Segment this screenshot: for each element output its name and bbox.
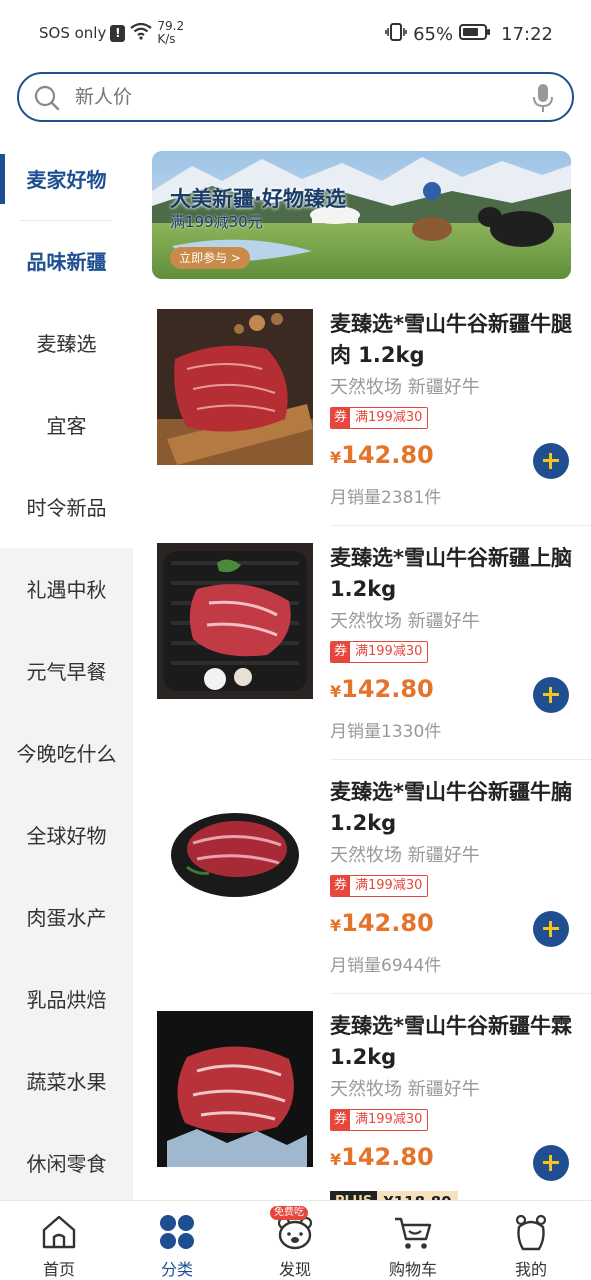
coupon-badge: 券 满199减30 (330, 641, 429, 663)
net-speed-value: 79.2 (157, 19, 185, 33)
product-price: ¥142.80 (330, 675, 434, 703)
alert-icon: ! (110, 24, 126, 42)
sidebar-item-yike[interactable]: 宜客 (0, 396, 133, 456)
microphone-icon[interactable] (532, 83, 554, 117)
product-divider (330, 759, 591, 760)
add-to-cart-button[interactable] (533, 1145, 569, 1181)
product-name[interactable]: 麦臻选*雪山牛谷新疆牛腿肉 1.2kg (330, 309, 582, 371)
coupon-text: 满199减30 (350, 1110, 428, 1130)
monthly-sales: 月销量6944件 (330, 956, 442, 976)
promo-banner[interactable]: 大美新疆·好物臻选 满199减30元 立即参与 > (152, 151, 571, 279)
status-left: SOS only ! 79.2 K/s (39, 20, 184, 46)
coupon-text: 满199减30 (350, 876, 428, 896)
nav-cart-label: 购物车 (388, 1260, 437, 1279)
monthly-sales: 月销量1330件 (330, 722, 442, 742)
coupon-tag: 券 (331, 642, 351, 662)
nav-category[interactable]: 分类 (127, 1201, 227, 1280)
price-amount: 142.80 (341, 675, 434, 703)
category-icon (157, 1213, 197, 1251)
sidebar-item-maizhenxuan[interactable]: 麦臻选 (0, 314, 133, 374)
search-input[interactable] (75, 86, 495, 108)
sidebar-item-xiuxian-lingshi[interactable]: 休闲零食 (0, 1134, 133, 1194)
product-name[interactable]: 麦臻选*雪山牛谷新疆上脑 1.2kg (330, 543, 582, 605)
sidebar-item-jinwan-chi[interactable]: 今晚吃什么 (0, 724, 133, 784)
price-amount: 142.80 (341, 1143, 434, 1171)
price-currency: ¥ (330, 916, 342, 935)
nav-cart[interactable]: 购物车 (363, 1201, 463, 1280)
status-bar: SOS only ! 79.2 K/s 65% 17:22 (0, 0, 591, 66)
product-image-beef-chuck[interactable] (157, 543, 313, 699)
product-description: 天然牧场 新疆好牛 (330, 845, 480, 866)
monthly-sales: 月销量2381件 (330, 488, 442, 508)
nav-home-label: 首页 (42, 1260, 75, 1279)
product-divider (330, 993, 591, 994)
banner-subtitle: 满199减30元 (170, 213, 263, 231)
net-speed-unit: K/s (157, 32, 176, 46)
coupon-badge: 券 满199减30 (330, 1109, 429, 1131)
search-bar[interactable] (17, 72, 574, 122)
product-card[interactable]: 麦臻选*雪山牛谷新疆牛腿肉 1.2kg 天然牧场 新疆好牛 券 满199减30 … (157, 309, 591, 542)
product-card[interactable]: 麦臻选*雪山牛谷新疆牛腩 1.2kg 天然牧场 新疆好牛 券 满199减30 ¥… (157, 777, 591, 1010)
coupon-tag: 券 (331, 1110, 351, 1130)
sidebar-divider (20, 220, 112, 221)
product-description: 天然牧场 新疆好牛 (330, 377, 480, 398)
category-sidebar: 麦家好物 品味新疆 麦臻选 宜客 时令新品 礼遇中秋 元气早餐 今晚吃什么 全球… (0, 140, 133, 1200)
vibrate-icon (385, 22, 407, 47)
add-to-cart-button[interactable] (533, 677, 569, 713)
product-price: ¥142.80 (330, 441, 434, 469)
nav-discover-label: 发现 (278, 1260, 311, 1279)
product-description: 天然牧场 新疆好牛 (330, 1079, 480, 1100)
clock: 17:22 (501, 24, 553, 45)
wifi-icon (129, 22, 153, 44)
sidebar-item-pinwei-xinjiang[interactable]: 品味新疆 (0, 232, 133, 292)
add-to-cart-button[interactable] (533, 443, 569, 479)
shopping-cart-icon (393, 1213, 433, 1251)
battery-percent: 65% (413, 24, 454, 45)
nav-profile[interactable]: 我的 (481, 1201, 581, 1280)
nav-home[interactable]: 首页 (9, 1201, 109, 1280)
coupon-tag: 券 (331, 408, 351, 428)
sidebar-item-quanqiu-haowu[interactable]: 全球好物 (0, 806, 133, 866)
profile-bear-icon (511, 1213, 551, 1251)
price-currency: ¥ (330, 682, 342, 701)
product-divider (330, 525, 591, 526)
nav-profile-label: 我的 (514, 1260, 547, 1279)
sidebar-item-liyu-zhongqiu[interactable]: 礼遇中秋 (0, 560, 133, 620)
product-image-beef-round[interactable] (157, 1011, 313, 1167)
sidebar-item-maijia-haowu[interactable]: 麦家好物 (0, 150, 133, 210)
nav-category-label: 分类 (160, 1260, 193, 1279)
price-amount: 142.80 (341, 441, 434, 469)
coupon-badge: 券 满199减30 (330, 407, 429, 429)
product-name[interactable]: 麦臻选*雪山牛谷新疆牛腩 1.2kg (330, 777, 582, 839)
home-icon (39, 1213, 79, 1251)
add-to-cart-button[interactable] (533, 911, 569, 947)
sidebar-item-shiling-xinpin[interactable]: 时令新品 (0, 478, 133, 538)
banner-title: 大美新疆·好物臻选 (170, 187, 346, 211)
battery-icon (459, 23, 491, 46)
price-currency: ¥ (330, 448, 342, 467)
search-icon (33, 84, 61, 116)
product-name[interactable]: 麦臻选*雪山牛谷新疆牛霖 1.2kg (330, 1011, 582, 1073)
join-now-button[interactable]: 立即参与 > (170, 247, 250, 269)
sidebar-item-roudan-shuichan[interactable]: 肉蛋水产 (0, 888, 133, 948)
product-price: ¥142.80 (330, 909, 434, 937)
free-eat-badge: 免费吃 (270, 1206, 308, 1220)
price-currency: ¥ (330, 1150, 342, 1169)
product-image-beef-brisket[interactable] (157, 777, 313, 933)
sidebar-item-shucai-shuiguo[interactable]: 蔬菜水果 (0, 1052, 133, 1112)
coupon-text: 满199减30 (350, 642, 428, 662)
price-amount: 142.80 (341, 909, 434, 937)
product-image-beef-leg[interactable] (157, 309, 313, 465)
status-right: 65% 17:22 (385, 22, 553, 47)
product-card[interactable]: 麦臻选*雪山牛谷新疆上脑 1.2kg 天然牧场 新疆好牛 券 满199减30 ¥… (157, 543, 591, 776)
sidebar-item-rupin-hongbei[interactable]: 乳品烘焙 (0, 970, 133, 1030)
product-description: 天然牧场 新疆好牛 (330, 611, 480, 632)
carrier-text: SOS only (39, 24, 107, 42)
product-price: ¥142.80 (330, 1143, 434, 1171)
coupon-text: 满199减30 (350, 408, 428, 428)
sidebar-item-yuanqi-zaocan[interactable]: 元气早餐 (0, 642, 133, 702)
coupon-badge: 券 满199减30 (330, 875, 429, 897)
coupon-tag: 券 (331, 876, 351, 896)
net-speed: 79.2 K/s (157, 20, 184, 46)
